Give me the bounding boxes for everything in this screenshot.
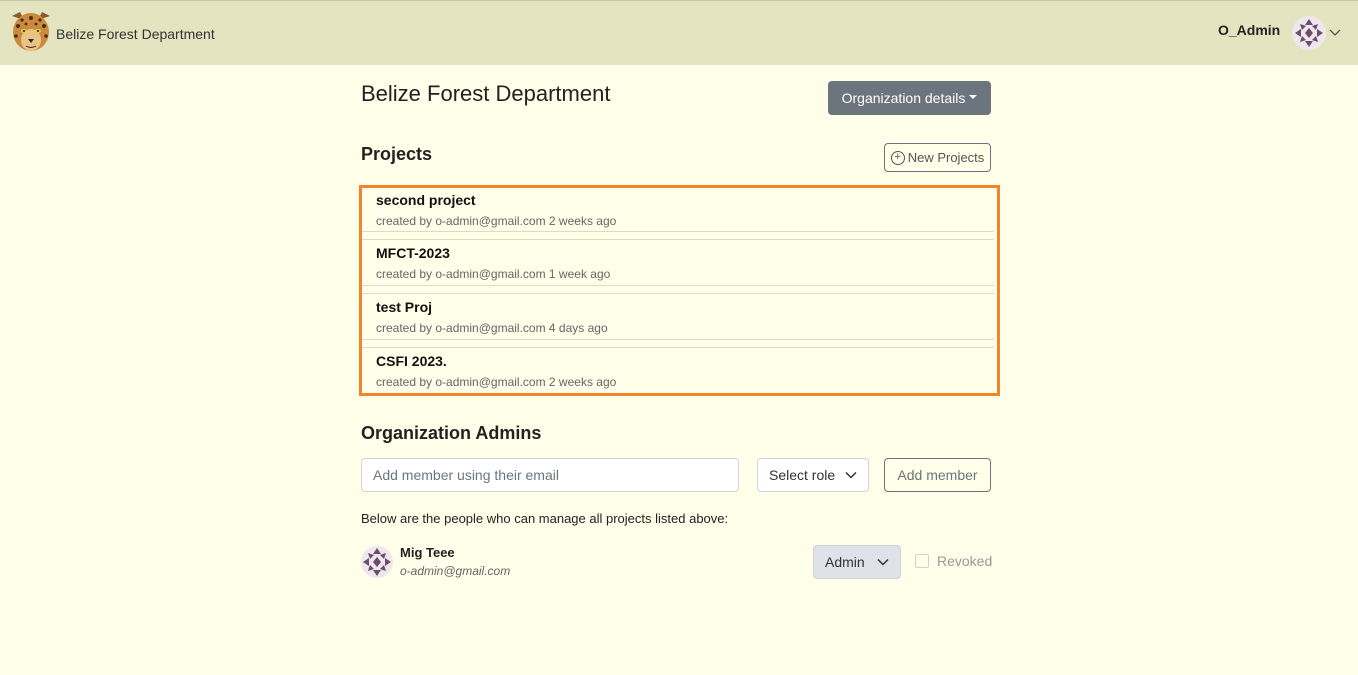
revoked-label: Revoked xyxy=(937,553,993,569)
project-item[interactable]: MFCT-2023 created by o-admin@gmail.com 1… xyxy=(362,245,994,281)
member-name: Mig Teee xyxy=(400,545,455,560)
organization-details-button[interactable]: Organization details xyxy=(828,81,991,115)
divider xyxy=(362,231,994,232)
divider xyxy=(362,293,994,294)
chevron-down-icon xyxy=(877,558,889,566)
divider xyxy=(362,285,994,286)
revoked-checkbox[interactable] xyxy=(915,554,929,568)
admins-info-text: Below are the people who can manage all … xyxy=(361,511,729,526)
project-name[interactable]: second project xyxy=(376,192,994,208)
project-item[interactable]: second project created by o-admin@gmail.… xyxy=(362,192,994,228)
caret-down-icon xyxy=(969,95,978,99)
select-role-dropdown[interactable]: Select role xyxy=(757,458,869,492)
project-name[interactable]: MFCT-2023 xyxy=(376,245,994,261)
organization-admins-heading: Organization Admins xyxy=(361,423,542,443)
member-role-dropdown[interactable]: Admin xyxy=(813,545,901,579)
project-meta: created by o-admin@gmail.com 1 week ago xyxy=(376,267,611,281)
add-member-button[interactable]: Add member xyxy=(884,458,991,492)
project-meta: created by o-admin@gmail.com 2 weeks ago xyxy=(376,214,617,228)
add-member-email-input[interactable] xyxy=(361,458,739,492)
page-title: Belize Forest Department xyxy=(361,81,611,106)
project-name[interactable]: CSFI 2023. xyxy=(376,353,994,369)
organization-details-label: Organization details xyxy=(841,90,966,106)
project-meta: created by o-admin@gmail.com 4 days ago xyxy=(376,321,608,335)
top-navbar: Belize Forest Department O_Admin xyxy=(0,0,1358,65)
member-role-label: Admin xyxy=(825,554,865,570)
project-item[interactable]: CSFI 2023. created by o-admin@gmail.com … xyxy=(362,353,994,389)
header-org-name[interactable]: Belize Forest Department xyxy=(56,26,215,42)
jaguar-logo-icon[interactable] xyxy=(8,10,54,54)
project-meta: created by o-admin@gmail.com 2 weeks ago xyxy=(376,375,617,389)
chevron-down-icon[interactable] xyxy=(1328,27,1342,37)
plus-circle-icon: + xyxy=(890,150,905,165)
select-role-label: Select role xyxy=(769,467,836,483)
new-projects-label: New Projects xyxy=(907,150,985,165)
member-avatar xyxy=(361,546,393,578)
divider xyxy=(362,339,994,340)
new-projects-button[interactable]: + New Projects xyxy=(884,143,991,172)
project-item[interactable]: test Proj created by o-admin@gmail.com 4… xyxy=(362,299,994,335)
chevron-down-icon xyxy=(845,471,857,479)
divider xyxy=(362,239,994,240)
header-user-name[interactable]: O_Admin xyxy=(1218,22,1280,38)
projects-heading: Projects xyxy=(361,144,433,164)
project-list: second project created by o-admin@gmail.… xyxy=(359,185,1000,396)
project-name[interactable]: test Proj xyxy=(376,299,994,315)
user-avatar[interactable] xyxy=(1292,16,1326,50)
divider xyxy=(362,347,994,348)
member-email: o-admin@gmail.com xyxy=(400,564,511,578)
